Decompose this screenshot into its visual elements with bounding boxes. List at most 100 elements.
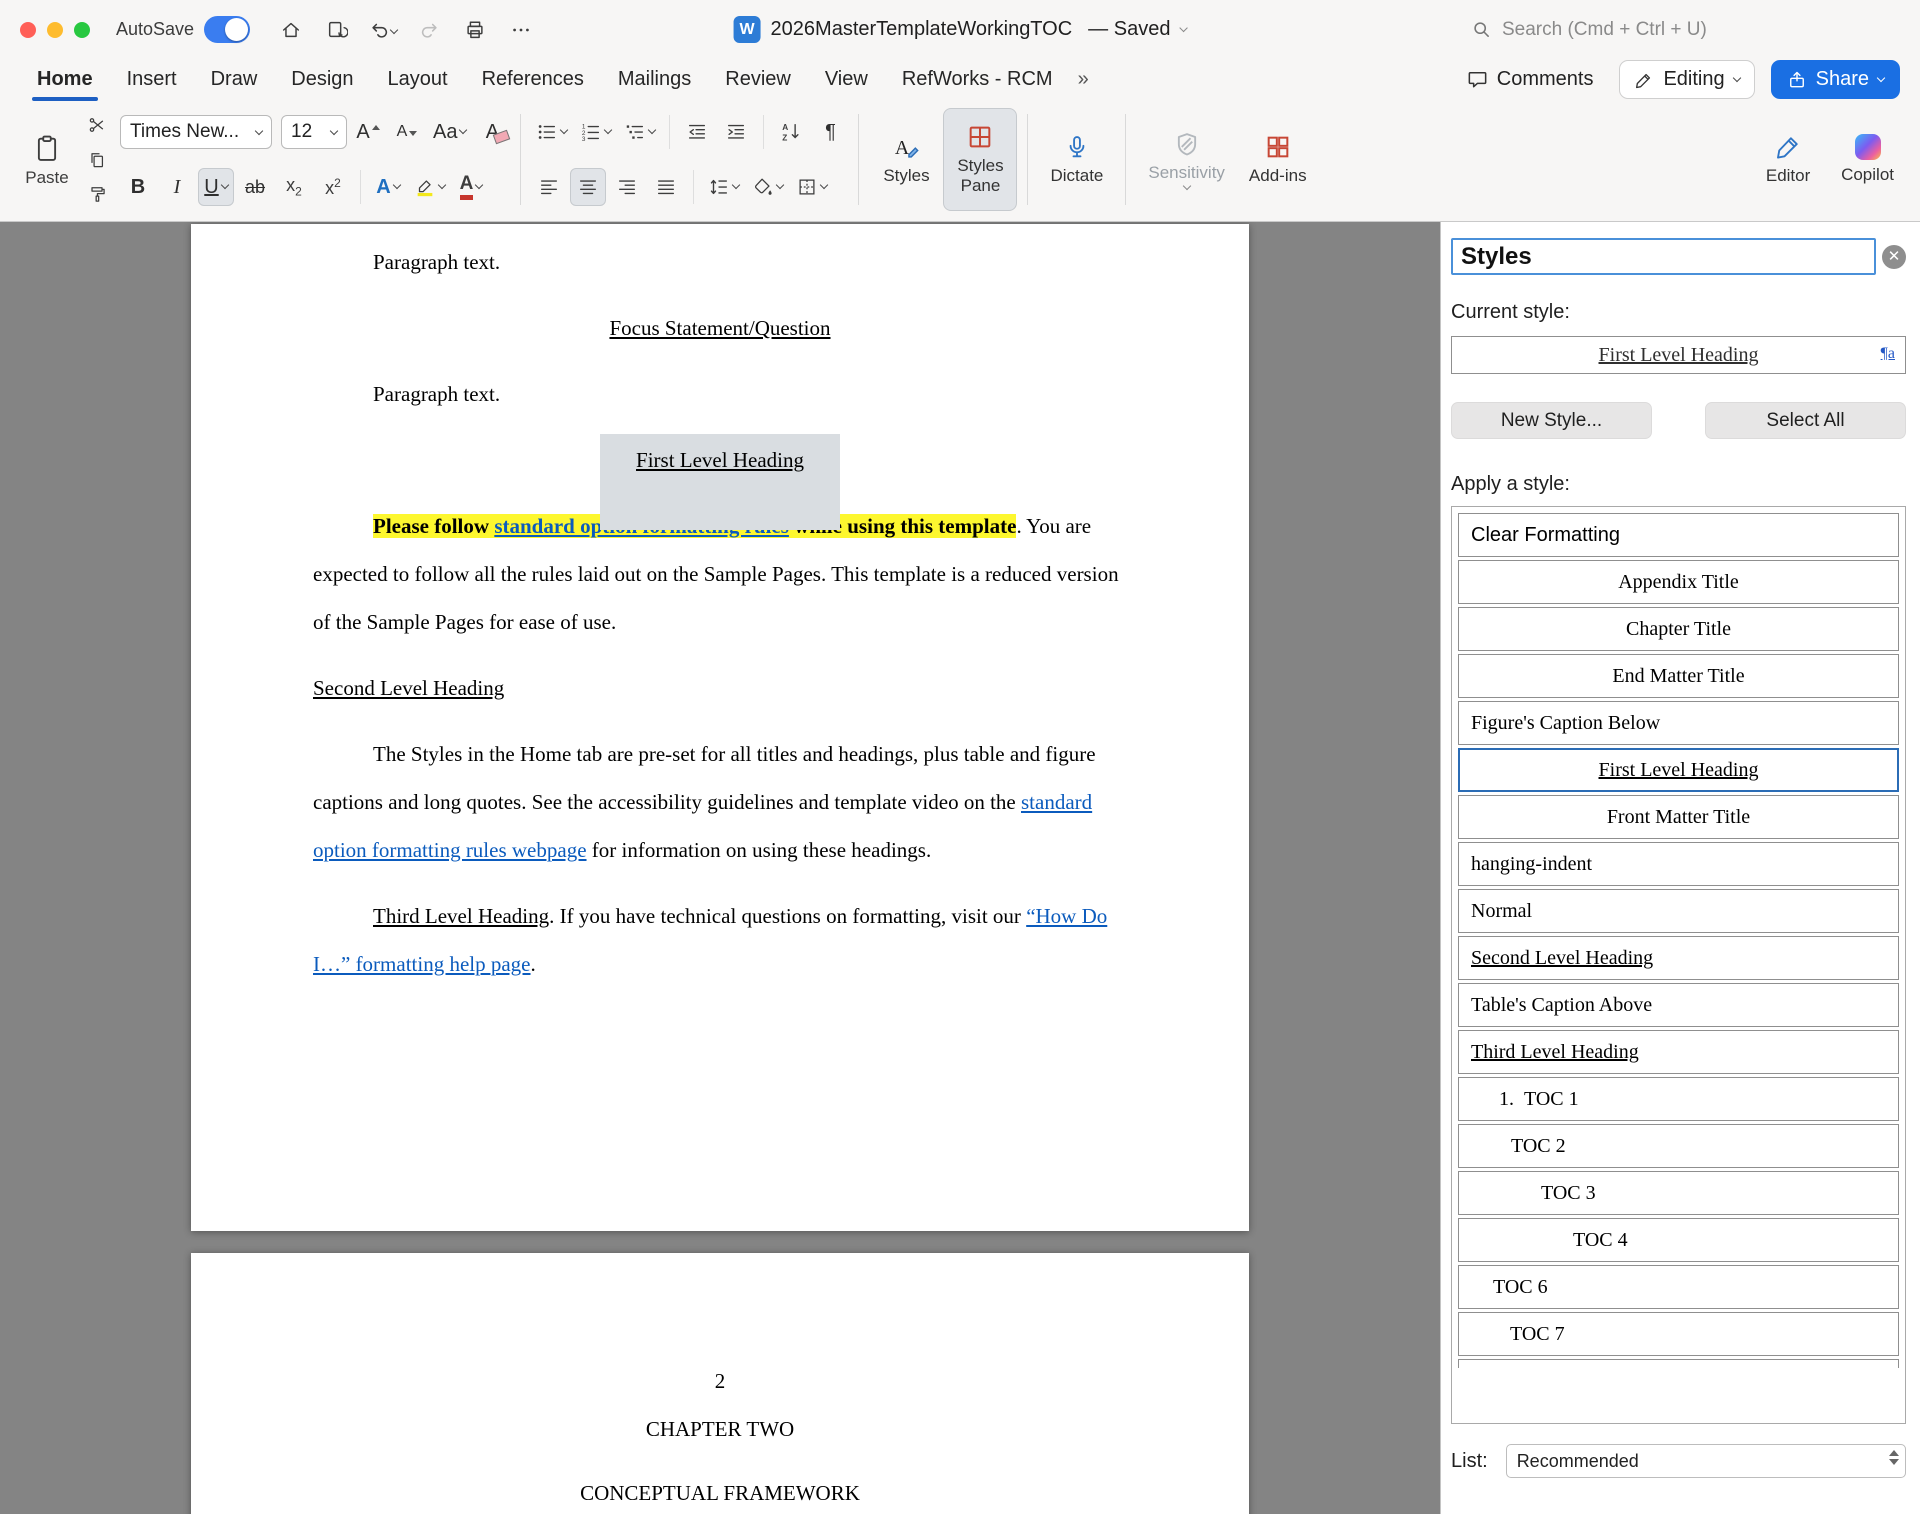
save-button[interactable] xyxy=(318,13,356,47)
show-paragraph-marks-button[interactable]: ¶ xyxy=(812,113,848,151)
style-item-toc-3[interactable]: TOC 3 xyxy=(1458,1171,1899,1215)
share-button[interactable]: Share xyxy=(1771,60,1900,99)
styles-button[interactable]: A Styles xyxy=(869,108,943,211)
tab-mailings[interactable]: Mailings xyxy=(601,62,708,97)
copy-button[interactable] xyxy=(80,145,114,175)
tab-review[interactable]: Review xyxy=(708,62,808,97)
format-painter-button[interactable] xyxy=(80,179,114,209)
minimize-window-button[interactable] xyxy=(47,22,63,38)
tab-view[interactable]: View xyxy=(808,62,885,97)
tab-draw[interactable]: Draw xyxy=(194,62,275,97)
second-level-heading[interactable]: Second Level Heading xyxy=(313,664,1127,712)
tab-references[interactable]: References xyxy=(465,62,601,97)
undo-dropdown-icon[interactable] xyxy=(390,25,398,33)
title-dropdown-icon[interactable] xyxy=(1179,24,1187,32)
styles-pane-title-field[interactable]: Styles xyxy=(1451,238,1876,275)
borders-button[interactable] xyxy=(791,168,832,206)
text-effects-button[interactable]: A xyxy=(370,168,406,206)
font-color-button[interactable]: A xyxy=(453,168,489,206)
style-item-toc-6[interactable]: TOC 6 xyxy=(1458,1265,1899,1309)
align-left-button[interactable] xyxy=(531,168,567,206)
more-commands-button[interactable] xyxy=(502,13,540,47)
align-center-button[interactable] xyxy=(570,168,606,206)
change-case-button[interactable]: Aa xyxy=(428,113,471,151)
autosave-toggle[interactable] xyxy=(204,16,250,43)
style-item-toc-2[interactable]: TOC 2 xyxy=(1458,1124,1899,1168)
style-item-tables-caption-above[interactable]: Table's Caption Above xyxy=(1458,983,1899,1027)
style-item-toc-7[interactable]: TOC 7 xyxy=(1458,1312,1899,1356)
paste-button[interactable]: Paste xyxy=(16,108,78,211)
line-spacing-button[interactable] xyxy=(703,168,744,206)
cut-button[interactable] xyxy=(80,110,114,140)
search-input[interactable] xyxy=(1500,18,1740,42)
style-item-end-matter-title[interactable]: End Matter Title xyxy=(1458,654,1899,698)
sensitivity-button[interactable]: Sensitivity xyxy=(1136,108,1237,211)
font-name-combo[interactable]: Times New... xyxy=(120,115,272,149)
copilot-button[interactable]: Copilot xyxy=(1829,130,1906,189)
style-item-clear-formatting[interactable]: Clear Formatting xyxy=(1458,513,1899,557)
style-item-first-level-heading[interactable]: First Level Heading xyxy=(1458,748,1899,792)
style-item-appendix-title[interactable]: Appendix Title xyxy=(1458,560,1899,604)
align-right-button[interactable] xyxy=(609,168,645,206)
style-item-toc-4[interactable]: TOC 4 xyxy=(1458,1218,1899,1262)
tab-home[interactable]: Home xyxy=(20,62,110,97)
paragraph[interactable]: Paragraph text. xyxy=(313,370,1127,418)
close-window-button[interactable] xyxy=(20,22,36,38)
document-page-2[interactable]: 2 CHAPTER TWO CONCEPTUAL FRAMEWORK xyxy=(191,1253,1249,1514)
multilevel-list-button[interactable] xyxy=(619,113,660,151)
style-item-second-level-heading[interactable]: Second Level Heading xyxy=(1458,936,1899,980)
tab-insert[interactable]: Insert xyxy=(110,62,194,97)
redo-button[interactable] xyxy=(410,13,448,47)
current-style-box[interactable]: First Level Heading ¶a xyxy=(1451,336,1906,374)
style-item-hanging-indent[interactable]: hanging-indent xyxy=(1458,842,1899,886)
addins-button[interactable]: Add-ins xyxy=(1237,108,1319,211)
style-item-toc-1[interactable]: 1. TOC 1 xyxy=(1458,1077,1899,1121)
comments-button[interactable]: Comments xyxy=(1456,62,1604,97)
tab-layout[interactable]: Layout xyxy=(371,62,465,97)
superscript-button[interactable]: x2 xyxy=(315,168,351,206)
print-button[interactable] xyxy=(456,13,494,47)
numbering-button[interactable]: 123 xyxy=(575,113,616,151)
tab-refworks-rcm[interactable]: RefWorks - RCM xyxy=(885,62,1070,97)
style-item-front-matter-title[interactable]: Front Matter Title xyxy=(1458,795,1899,839)
styles-paragraph[interactable]: The Styles in the Home tab are pre-set f… xyxy=(313,730,1127,874)
chapter-label[interactable]: CHAPTER TWO xyxy=(313,1405,1127,1453)
style-item-figures-caption-below[interactable]: Figure's Caption Below xyxy=(1458,701,1899,745)
justify-button[interactable] xyxy=(648,168,684,206)
sort-button[interactable]: AZ xyxy=(773,113,809,151)
increase-indent-button[interactable] xyxy=(718,113,754,151)
style-item-normal[interactable]: Normal xyxy=(1458,889,1899,933)
undo-button[interactable] xyxy=(364,13,402,47)
font-size-combo[interactable]: 12 xyxy=(281,115,347,149)
highlight-button[interactable] xyxy=(409,168,450,206)
shading-button[interactable] xyxy=(747,168,788,206)
decrease-indent-button[interactable] xyxy=(679,113,715,151)
home-button[interactable] xyxy=(272,13,310,47)
clear-formatting-button[interactable]: A xyxy=(474,113,510,151)
document-title-area[interactable]: W 2026MasterTemplateWorkingTOC — Saved xyxy=(734,16,1187,43)
editing-mode-button[interactable]: Editing xyxy=(1619,60,1754,99)
shrink-font-button[interactable]: A xyxy=(389,113,425,151)
close-pane-button[interactable]: ✕ xyxy=(1882,245,1906,269)
bold-button[interactable]: B xyxy=(120,168,156,206)
new-style-button[interactable]: New Style... xyxy=(1451,402,1652,439)
list-filter-dropdown[interactable]: Recommended xyxy=(1506,1444,1906,1478)
tab-design[interactable]: Design xyxy=(274,62,370,97)
editor-button[interactable]: Editor xyxy=(1751,129,1825,190)
tab-overflow-button[interactable]: » xyxy=(1070,68,1095,91)
bullets-button[interactable] xyxy=(531,113,572,151)
titlebar-search[interactable] xyxy=(1471,18,1740,42)
paragraph[interactable]: Paragraph text. xyxy=(313,238,1127,286)
grow-font-button[interactable]: A xyxy=(350,113,386,151)
strikethrough-button[interactable]: ab xyxy=(237,168,273,206)
dictate-button[interactable]: Dictate xyxy=(1038,108,1115,211)
focus-statement-heading[interactable]: Focus Statement/Question xyxy=(313,304,1127,352)
styles-pane-button[interactable]: StylesPane xyxy=(943,108,1017,211)
zoom-window-button[interactable] xyxy=(74,22,90,38)
subscript-button[interactable]: x2 xyxy=(276,168,312,206)
style-item-chapter-title[interactable]: Chapter Title xyxy=(1458,607,1899,651)
style-item-third-level-heading[interactable]: Third Level Heading xyxy=(1458,1030,1899,1074)
select-all-button[interactable]: Select All xyxy=(1705,402,1906,439)
chapter-title[interactable]: CONCEPTUAL FRAMEWORK xyxy=(313,1469,1127,1514)
third-level-paragraph[interactable]: Third Level Heading. If you have technic… xyxy=(313,892,1127,988)
